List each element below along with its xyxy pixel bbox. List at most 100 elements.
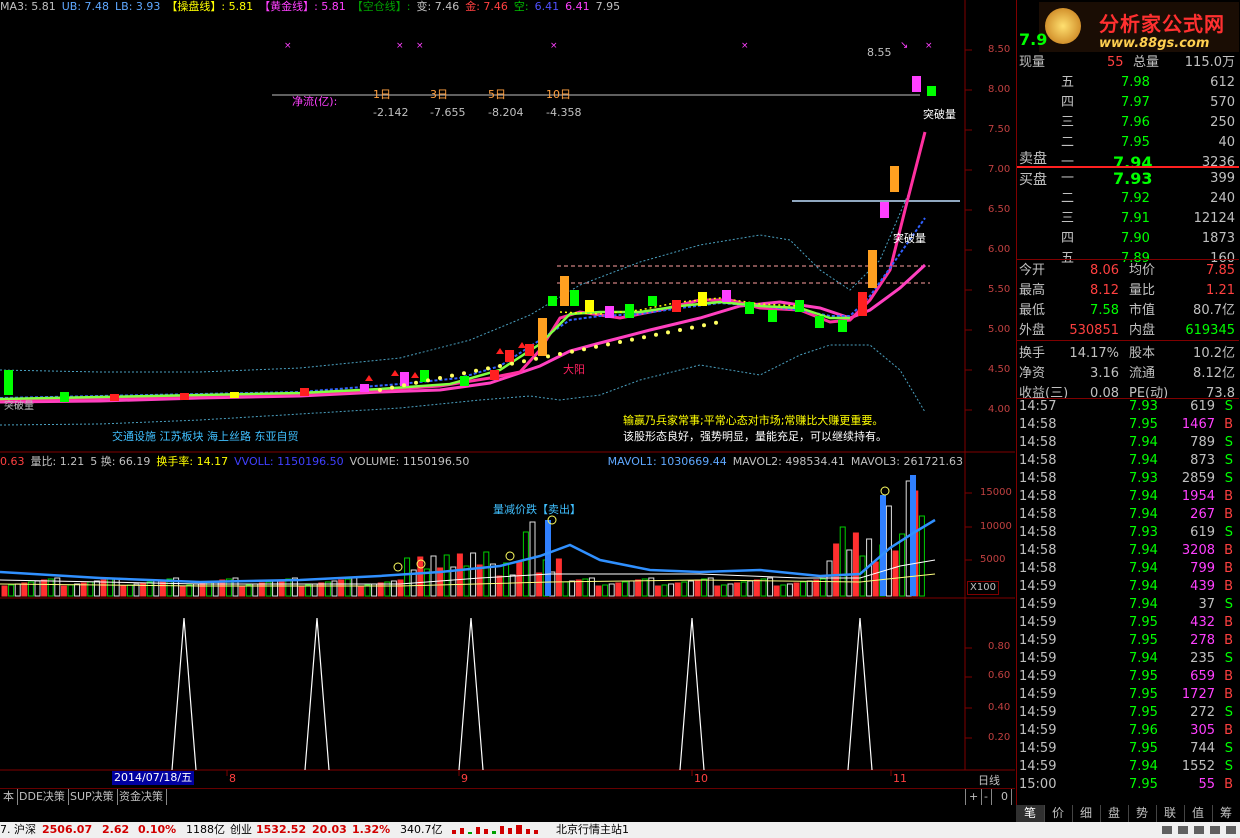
tick-time: 14:58 [1019,507,1057,522]
right-tab[interactable]: 筹 [1212,805,1240,822]
right-tab[interactable]: 联 [1156,805,1185,822]
period-label[interactable]: 日线 [978,772,1000,788]
tick-side: S [1224,741,1233,756]
volume-bar [186,584,193,597]
right-tab[interactable]: 盘 [1100,805,1129,822]
signal-dot [474,368,478,373]
tick-side: B [1224,687,1233,702]
sell-level[interactable]: 三 7.96 250 [1017,114,1239,132]
level-price: 7.97 [1121,95,1150,110]
tick-price: 7.94 [1129,759,1158,774]
right-tab[interactable]: 细 [1072,805,1101,822]
signal-dot [378,388,382,392]
right-tab[interactable]: 势 [1128,805,1157,822]
tab-dde[interactable]: DDE决策 [16,789,69,805]
price-tick: 5.50 [988,284,1011,295]
tick-time: 14:59 [1019,759,1057,774]
signal-dot [666,330,670,335]
volume-bar [126,584,133,597]
candlestick [912,76,921,92]
volume-bar [239,585,246,597]
volume-bar [404,557,411,597]
tab-sup[interactable]: SUP决策 [67,789,118,805]
month-label: 8 [229,772,236,785]
indicator-tabs: 本 DDE决策 SUP决策 资金决策 + - 0 [0,788,1015,805]
volume-bar [654,585,661,597]
sell-level[interactable]: 五 7.98 612 [1017,74,1239,92]
tick-side: S [1224,453,1233,468]
zoom-reset-button[interactable]: 0 [998,789,1012,805]
buy-level[interactable]: 二 7.92 240 [1017,190,1239,208]
tick-side: S [1224,525,1233,540]
sh-change: 2.62 [102,823,130,836]
tick-volume: 2859 [1181,471,1215,486]
candlestick [300,388,309,396]
level-label: 二 [1061,135,1075,150]
stat-label: 内盘 [1129,323,1156,338]
tick-price: 7.95 [1129,777,1158,792]
now-vol-label: 现量 [1019,55,1046,70]
selected-date: 2014/07/18/五 [112,771,195,785]
sell-level[interactable]: 四 7.97 570 [1017,94,1239,112]
volume-legend-item: VVOLL: 1150196.50 [234,455,344,468]
volume-bar [760,578,767,597]
tick-side: B [1224,633,1233,648]
volume-bar [74,583,81,597]
signal-dot [714,320,718,325]
right-tab[interactable]: 值 [1184,805,1213,822]
volume-bar [272,580,279,597]
level-price: 7.93 [1113,169,1153,188]
volume-bar [67,584,74,597]
candlestick [60,392,69,402]
stat-value: 10.2亿 [1193,346,1235,361]
volume-bar [545,520,551,596]
tick-price: 7.94 [1129,651,1158,666]
tick-time: 14:58 [1019,435,1057,450]
up-arrow-icon [518,342,526,348]
price-tick: 4.50 [988,364,1011,375]
zoom-in-button[interactable]: + [965,789,983,805]
stats-row: 换手 14.17% 股本 10.2亿 [1017,345,1239,363]
sell-level[interactable]: 二 7.95 40 [1017,134,1239,152]
mavol-legend-item: MAVOL2: 498534.41 [732,455,845,468]
tick-time: 14:59 [1019,669,1057,684]
level-volume: 1873 [1201,231,1235,246]
buy-level[interactable]: 一 7.93 399 [1017,170,1239,188]
right-tab[interactable]: 笔 [1016,805,1045,822]
signal-dot [702,323,706,328]
cy-amount: 340.7亿 [400,823,443,836]
candlestick [605,306,614,318]
buy-level[interactable]: 四 7.90 1873 [1017,230,1239,248]
volume-bar [872,561,879,597]
peak-price-label: 8.55 [867,46,892,59]
tab-capital[interactable]: 资金决策 [116,789,167,805]
tick-price: 7.95 [1129,669,1158,684]
month-label: 9 [461,772,468,785]
cross-marker: × [284,41,292,51]
stats-divider [1017,340,1239,341]
tick-row: 14:59 7.95 659 B [1017,668,1239,686]
buy-level[interactable]: 三 7.91 12124 [1017,210,1239,228]
level-price: 7.91 [1121,211,1150,226]
volume-bar [833,543,840,597]
tick-volume: 619 [1190,525,1215,540]
kline-chart[interactable]: MA3: 5.81 UB: 7.48 LB: 3.93 【操盘线】: 5.81 【黄金线… [0,0,1015,788]
volume-bar [305,584,312,597]
signal-dot [582,347,586,352]
volume-bar [146,581,153,597]
volume-bar [443,554,450,597]
zoom-out-button[interactable]: - [981,789,992,805]
mavol-legend-item: MAVOL3: 261721.63 [850,455,963,468]
volume-bar [595,585,602,597]
volume-bar [390,580,397,597]
candlestick [722,290,731,302]
tick-row: 14:58 7.95 1467 B [1017,416,1239,434]
right-tab[interactable]: 价 [1044,805,1073,822]
month-label: 10 [694,772,708,785]
volume-bar [707,577,714,597]
tick-volume: 619 [1190,399,1215,414]
tick-volume: 1954 [1181,489,1215,504]
comment-line-2: 该股形态良好，强势明显，量能充足，可以继续持有。 [623,430,887,443]
stat-value: 530851 [1069,323,1119,338]
signal-dot [438,376,442,380]
